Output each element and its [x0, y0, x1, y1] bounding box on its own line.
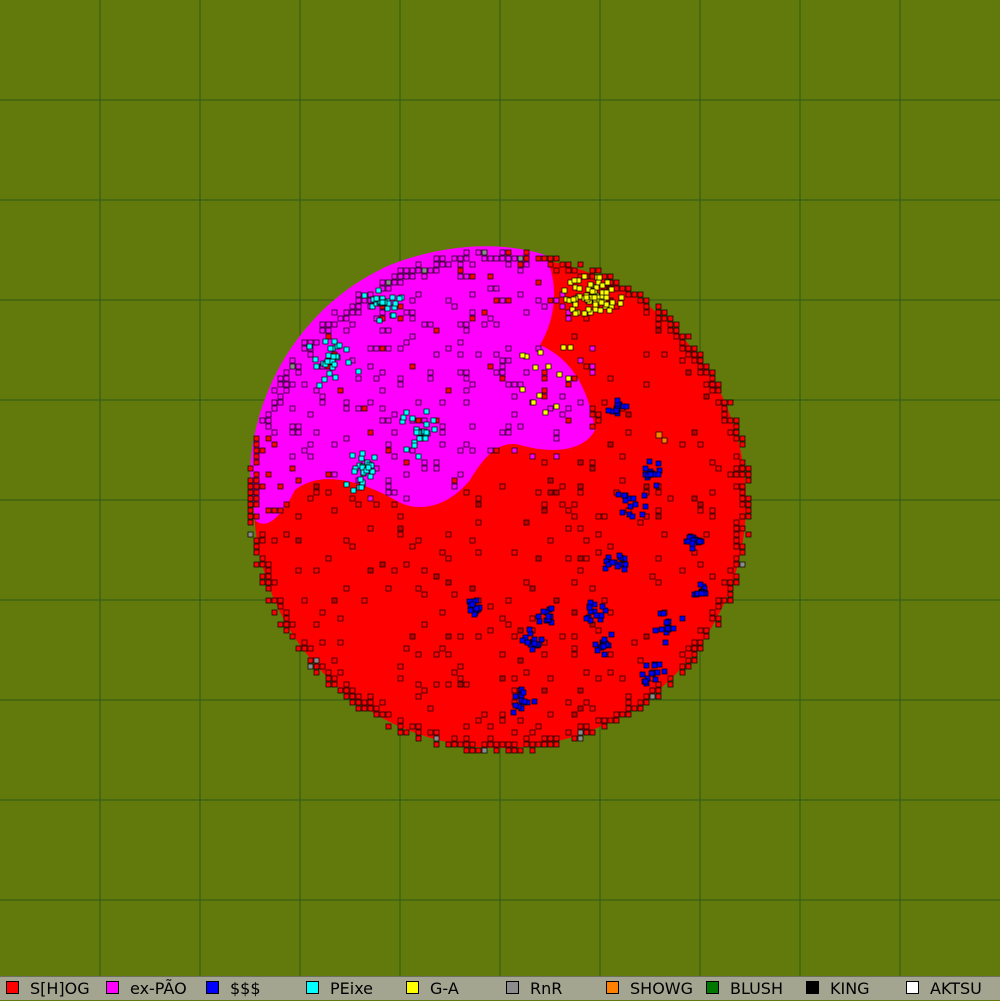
legend-item-showg: SHOWG: [600, 977, 700, 1001]
legend-label-showg: SHOWG: [630, 979, 693, 998]
legend-item-aktsu: AKTSU: [900, 977, 1000, 1001]
legend-label-blush: BLUSH: [730, 979, 783, 998]
legend-item-shog: S[H]OG: [0, 977, 100, 1001]
legend-swatch-showg: [606, 981, 619, 994]
legend-item-blush: BLUSH: [700, 977, 800, 1001]
legend-swatch-ex-pao: [106, 981, 119, 994]
map-canvas[interactable]: [0, 0, 1000, 976]
legend-label-peixe: PEixe: [330, 979, 374, 998]
legend-item-peixe: PEixe: [300, 977, 400, 1001]
legend-label-aktsu: AKTSU: [930, 979, 982, 998]
legend-swatch-dollars: [206, 981, 219, 994]
legend-swatch-shog: [6, 981, 19, 994]
team-legend: S[H]OG ex-PÃO $$$ PEixe G-A RnR SHOWG BL…: [0, 976, 1000, 1000]
legend-item-g-a: G-A: [400, 977, 500, 1001]
legend-label-dollars: $$$: [230, 979, 261, 998]
legend-swatch-king: [806, 981, 819, 994]
legend-item-ex-pao: ex-PÃO: [100, 977, 200, 1001]
legend-item-dollars: $$$: [200, 977, 300, 1001]
legend-item-rnr: RnR: [500, 977, 600, 1001]
legend-swatch-blush: [706, 981, 719, 994]
legend-label-rnr: RnR: [530, 979, 563, 998]
legend-label-shog: S[H]OG: [30, 979, 90, 998]
legend-swatch-g-a: [406, 981, 419, 994]
legend-item-king: KING: [800, 977, 900, 1001]
legend-label-king: KING: [830, 979, 870, 998]
game-map[interactable]: [0, 0, 1000, 976]
legend-swatch-peixe: [306, 981, 319, 994]
legend-swatch-aktsu: [906, 981, 919, 994]
legend-swatch-rnr: [506, 981, 519, 994]
legend-label-g-a: G-A: [430, 979, 459, 998]
legend-label-ex-pao: ex-PÃO: [130, 979, 187, 998]
